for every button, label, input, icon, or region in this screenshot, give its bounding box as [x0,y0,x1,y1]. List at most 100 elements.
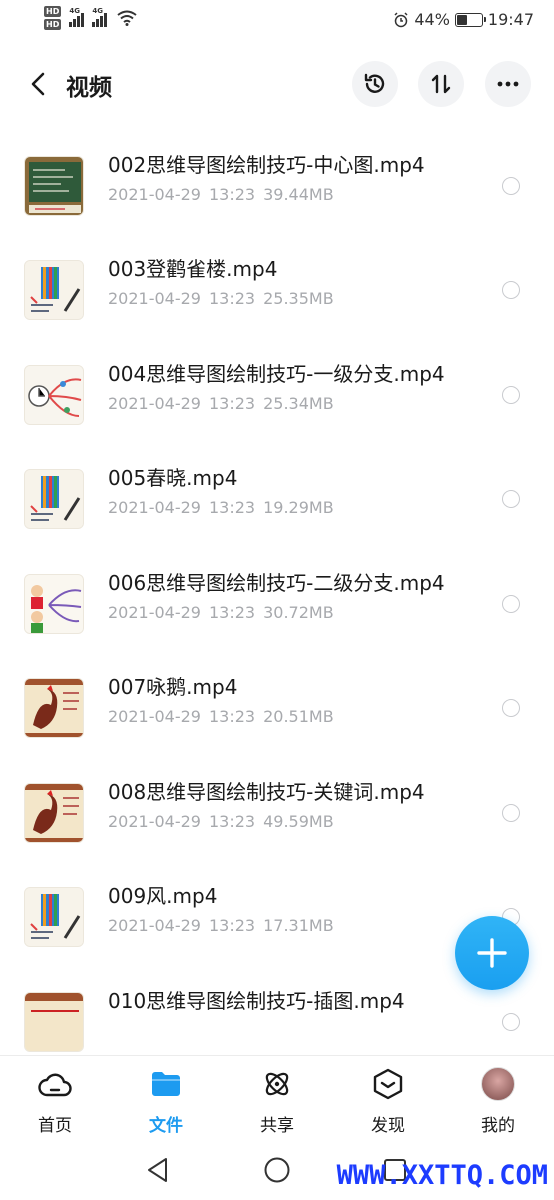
file-row[interactable]: 005春晓.mp4 2021-04-29 13:23 19.29MB [0,448,554,553]
nav-label: 共享 [260,1116,294,1136]
file-row[interactable]: 004思维导图绘制技巧-一级分支.mp4 2021-04-29 13:23 25.34… [0,344,554,449]
back-arrow-icon [31,72,45,96]
file-name: 006思维导图绘制技巧-二级分支.mp4 [108,570,445,595]
video-thumbnail [24,364,84,425]
file-date: 2021-04-29 [108,498,201,517]
nav-item-files[interactable]: 文件 [126,1066,206,1136]
file-name: 010思维导图绘制技巧-插图.mp4 [108,988,405,1013]
file-meta: 2021-04-29 13:23 20.51MB [108,707,334,726]
battery-icon [454,12,486,27]
video-thumbnail [24,678,84,738]
select-radio[interactable] [502,281,520,299]
back-triangle-icon [148,1158,167,1182]
file-time: 13:23 [208,184,256,204]
select-radio[interactable] [502,803,520,822]
select-radio[interactable] [502,1012,520,1031]
sort-icon [431,74,451,94]
bottom-nav: 首页 文件 共享 发现 我的 [0,1055,554,1143]
video-thumbnail [24,573,84,634]
file-row[interactable]: 002思维导图绘制技巧-中心图.mp4 2021-04-29 13:23 39.44M… [0,135,554,240]
file-name: 007咏鹅.mp4 [108,675,238,699]
file-name: 004思维导图绘制技巧-一级分支.mp4 [108,361,445,386]
file-list[interactable]: 2021-04-2913:2328.31MB002思维导图绘制技巧-中心图.mp… [0,112,554,1056]
video-thumbnail [24,782,84,843]
file-date: 2021-04-29 [108,289,201,308]
file-date: 2021-04-29 [108,916,201,935]
system-back-button[interactable] [143,1155,173,1185]
clock: 19:47 [487,10,534,29]
nav-item-home[interactable]: 首页 [15,1066,95,1136]
file-name: 009风.mp4 [108,884,218,908]
history-button[interactable] [352,61,398,107]
status-left: HD HD 4G 4G [44,6,137,30]
video-thumbnail [24,887,84,947]
file-date: 2021-04-29 [108,602,201,622]
file-time: 13:23 [208,289,256,308]
hd-badges: HD HD [44,6,62,30]
file-meta: 2021-04-29 13:23 19.29MB [108,498,334,517]
watermark: WWW.XXTTQ.COM [336,1160,548,1191]
file-meta: 2021-04-29 13:23 25.34MB [108,394,334,413]
avatar [481,1066,515,1101]
file-size: 49.59MB [263,811,334,831]
cloud-icon [37,1066,73,1101]
header: 视频 [0,56,554,112]
signal-icon: 4G [92,7,108,27]
nav-label: 我的 [481,1116,515,1136]
plus-icon [477,938,507,968]
nav-item-share[interactable]: 共享 [237,1066,317,1136]
file-time: 13:23 [208,916,256,935]
nav-item-me[interactable]: 我的 [458,1066,538,1136]
select-radio[interactable] [502,699,520,717]
video-thumbnail [24,469,84,529]
file-meta: 2021-04-29 13:23 17.31MB [108,916,334,935]
nav-label: 首页 [38,1116,72,1136]
file-row[interactable]: 007咏鹅.mp4 2021-04-29 13:23 20.51MB [0,657,554,762]
history-icon [364,73,385,93]
file-name: 003登鹳雀楼.mp4 [108,257,278,281]
file-size: 25.35MB [263,289,334,308]
file-meta: 2021-04-29 13:23 49.59MB [108,812,334,831]
select-radio[interactable] [502,490,520,508]
file-row[interactable]: 003登鹳雀楼.mp4 2021-04-29 13:23 25.35MB [0,239,554,344]
file-size: 17.31MB [263,916,334,935]
file-date: 2021-04-29 [108,393,201,413]
folder-icon [148,1066,184,1101]
video-thumbnail [24,155,84,216]
file-row[interactable]: 008思维导图绘制技巧-关键词.mp4 2021-04-29 13:23 49.59M… [0,762,554,867]
battery-fill [456,14,468,25]
nav-item-discover[interactable]: 发现 [348,1066,428,1136]
file-time: 13:23 [208,707,256,726]
status-bar: HD HD 4G 4G 44% 19:47 [0,0,554,40]
sort-button[interactable] [418,61,464,107]
alarm-icon [394,11,408,27]
file-list-inner: 2021-04-2913:2328.31MB002思维导图绘制技巧-中心图.mp… [0,112,554,1056]
system-home-button[interactable] [262,1155,292,1185]
file-date: 2021-04-29 [108,811,201,831]
file-time: 13:23 [208,498,256,517]
page-title: 视频 [66,75,112,101]
file-size: 30.72MB [263,602,334,622]
file-meta: 2021-04-29 13:23 25.35MB [108,289,334,308]
file-size: 39.44MB [263,184,334,204]
file-name: 002思维导图绘制技巧-中心图.mp4 [108,152,425,177]
back-button[interactable] [18,64,58,104]
file-row[interactable]: 2021-04-2913:2328.31MB [0,112,554,135]
file-date: 2021-04-29 [108,707,201,726]
status-right: 44% 19:47 [393,10,534,29]
select-radio[interactable] [502,594,520,613]
nav-label: 文件 [149,1116,183,1136]
file-name: 005春晓.mp4 [108,466,238,490]
atom-icon [259,1066,295,1101]
more-button[interactable] [485,61,531,107]
select-radio[interactable] [502,385,520,404]
file-row[interactable]: 006思维导图绘制技巧-二级分支.mp4 2021-04-29 13:23 30.72… [0,553,554,658]
battery-percent: 44% [414,10,450,29]
select-radio[interactable] [502,176,520,195]
file-meta: 2021-04-29 13:23 39.44MB [108,185,334,204]
file-size: 19.29MB [263,498,334,517]
add-button[interactable] [455,916,529,990]
signal-icon: 4G [69,7,85,27]
file-size: 25.34MB [263,393,334,413]
hd-badge: HD [44,19,62,30]
